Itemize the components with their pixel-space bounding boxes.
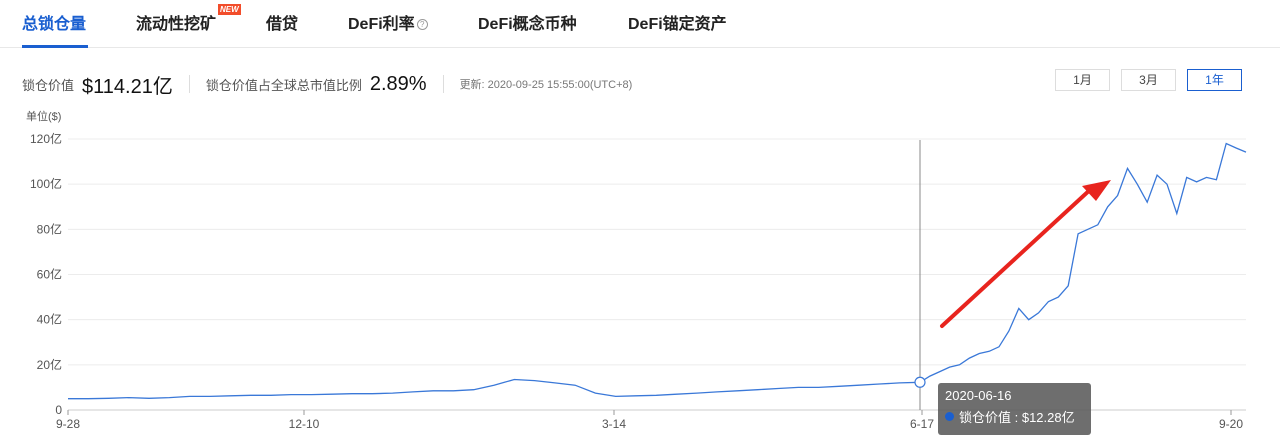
trend-arrow-shaft <box>940 186 1094 328</box>
updated-timestamp: 更新: 2020-09-25 15:55:00(UTC+8) <box>459 79 633 91</box>
range-1-month-button[interactable]: 1月 <box>1055 69 1110 91</box>
y-axis-unit-label: 单位($) <box>26 109 61 123</box>
tab-liquidity-mining[interactable]: 流动性挖矿 <box>136 10 216 33</box>
tab-defi-coins[interactable]: DeFi概念币种 <box>478 10 577 33</box>
chart-tooltip: 2020-06-16 锁仓价值 : $12.28亿 <box>938 383 1091 435</box>
y-tick-label: 0 <box>55 403 62 417</box>
ratio-value: 2.89% <box>369 72 427 95</box>
range-1-year-button[interactable]: 1年 <box>1187 69 1242 91</box>
divider <box>188 75 190 93</box>
tvl-label: 锁仓价值 <box>22 77 75 93</box>
tvl-value: $114.21亿 <box>82 75 173 98</box>
trend-arrow-head <box>1082 180 1111 201</box>
tab-total-locked[interactable]: 总锁仓量 <box>22 10 86 33</box>
x-tick-label: 6-17 <box>910 417 934 431</box>
y-tick-label: 60亿 <box>37 267 62 282</box>
y-axis-ticks: 0 20亿 40亿 60亿 80亿 100亿 120亿 <box>30 131 62 417</box>
series-line-tvl[interactable] <box>68 142 1247 400</box>
y-tick-label: 40亿 <box>37 312 62 327</box>
tab-bar: 总锁仓量 流动性挖矿 NEW 借贷 DeFi利率? DeFi概念币种 DeFi锚… <box>0 0 1280 48</box>
y-tick-label: 20亿 <box>37 357 62 372</box>
x-tick-label: 3-14 <box>602 417 626 431</box>
tab-defi-rates[interactable]: DeFi利率? <box>348 10 428 33</box>
ratio-label: 锁仓价值占全球总市值比例 <box>205 77 362 93</box>
tooltip-row: 锁仓价值 : $12.28亿 <box>945 407 1084 426</box>
tooltip-value: 锁仓价值 : $12.28亿 <box>959 410 1075 425</box>
tab-lending[interactable]: 借贷 <box>266 10 298 33</box>
trend-arrow <box>940 180 1111 328</box>
y-tick-label: 120亿 <box>30 131 62 146</box>
tooltip-date: 2020-06-16 <box>945 388 1012 403</box>
grid-lines <box>68 138 1246 411</box>
x-tick-label: 12-10 <box>289 417 320 431</box>
series-dot-icon <box>945 412 954 421</box>
y-tick-label: 100亿 <box>30 176 62 191</box>
x-tick-label: 9-20 <box>1219 417 1243 431</box>
range-3-month-button[interactable]: 3月 <box>1121 69 1176 91</box>
active-tab-underline <box>22 45 88 48</box>
tab-defi-rates-label: DeFi利率 <box>348 16 415 33</box>
hover-point <box>914 376 926 388</box>
stats-bar: 锁仓价值 $114.21亿 锁仓价值占全球总市值比例 2.89% 更新: 202… <box>22 72 633 98</box>
tab-defi-pegged-assets[interactable]: DeFi锚定资产 <box>628 10 727 33</box>
x-tick-label: 9-28 <box>56 417 80 431</box>
help-icon[interactable]: ? <box>416 19 428 31</box>
y-tick-label: 80亿 <box>37 221 62 236</box>
new-badge: NEW <box>218 4 241 15</box>
divider <box>442 75 444 93</box>
